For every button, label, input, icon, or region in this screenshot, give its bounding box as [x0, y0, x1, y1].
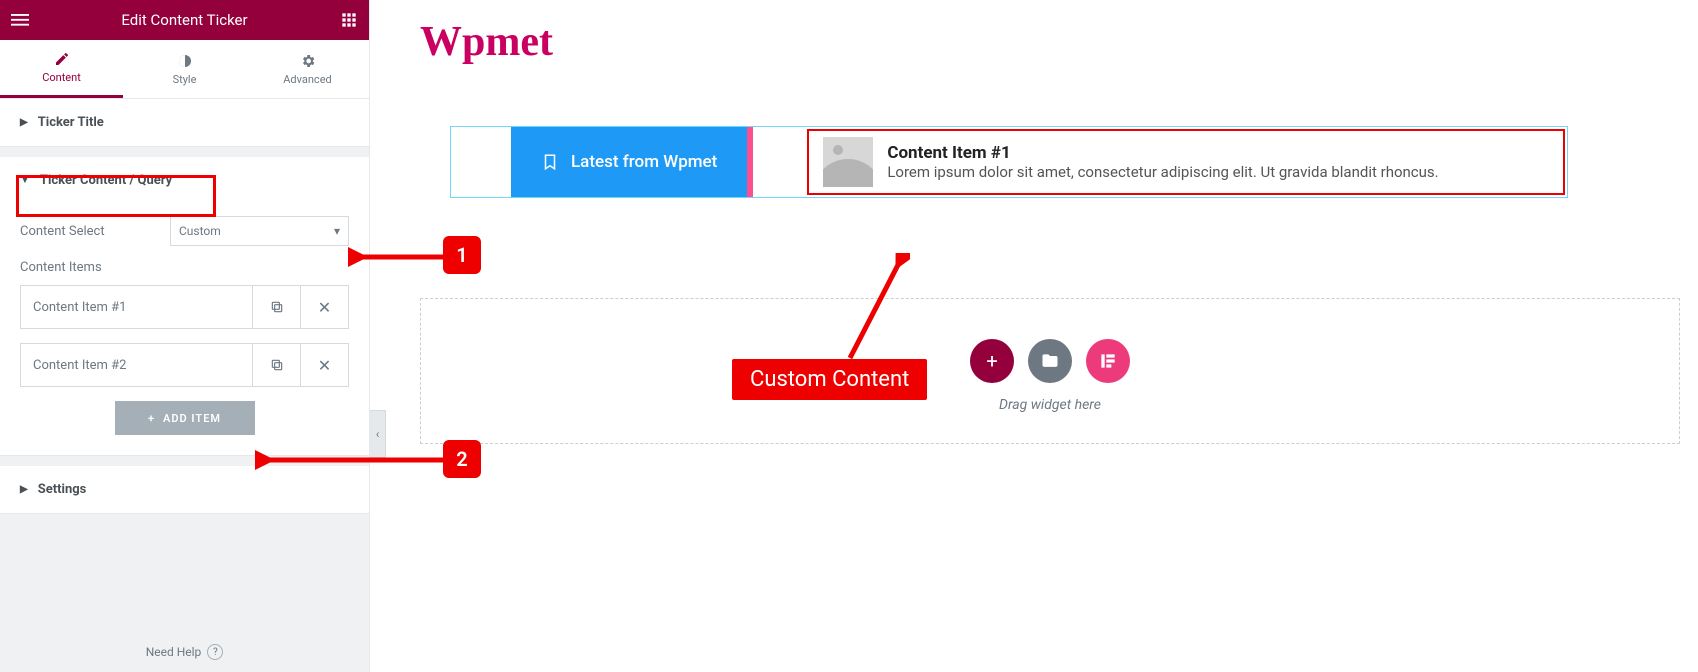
tab-style[interactable]: Style	[123, 40, 246, 98]
content-select-dropdown[interactable]: Custom ▾	[170, 216, 349, 246]
need-help-link[interactable]: Need Help ?	[0, 632, 369, 672]
panel-header: Edit Content Ticker	[0, 0, 369, 40]
ticker-item-title: Content Item #1	[887, 143, 1438, 163]
tab-style-label: Style	[173, 73, 197, 86]
widgets-grid-icon[interactable]	[329, 0, 369, 40]
ticker-label: Latest from Wpmet	[511, 127, 747, 197]
menu-icon[interactable]	[0, 0, 40, 40]
section-ticker-query-body: Content Select Custom ▾ Content Items Co…	[0, 204, 369, 455]
section-ticker-query: ▼ Ticker Content / Query Content Select …	[0, 157, 369, 456]
widget-drop-zone[interactable]: + Drag widget here	[420, 298, 1680, 444]
add-item-button[interactable]: + ADD ITEM	[115, 401, 255, 435]
ticker-label-text: Latest from Wpmet	[571, 152, 717, 172]
help-icon: ?	[207, 644, 223, 660]
content-ticker-widget[interactable]: Latest from Wpmet Content Item #1 Lorem …	[450, 126, 1568, 198]
collapse-panel-button[interactable]: ‹	[370, 410, 386, 458]
duplicate-item-button[interactable]	[252, 344, 300, 386]
caret-right-icon: ▶	[20, 117, 28, 128]
bookmark-icon	[541, 153, 559, 171]
remove-item-button[interactable]: ✕	[300, 286, 348, 328]
spacer	[0, 456, 369, 466]
image-placeholder-icon	[823, 137, 873, 187]
content-item-label[interactable]: Content Item #1	[21, 286, 252, 328]
content-item-row: Content Item #2 ✕	[20, 343, 349, 387]
chevron-down-icon: ▾	[334, 224, 340, 238]
section-settings-head[interactable]: ▶ Settings	[0, 466, 369, 513]
folder-icon	[1040, 351, 1060, 371]
tab-content[interactable]: Content	[0, 40, 123, 98]
spacer	[0, 147, 369, 157]
annotation-number-2: 2	[443, 440, 481, 478]
add-template-button[interactable]	[1028, 339, 1072, 383]
duplicate-item-button[interactable]	[252, 286, 300, 328]
section-ticker-title-head[interactable]: ▶ Ticker Title	[0, 99, 369, 146]
drop-zone-buttons: +	[970, 339, 1130, 383]
control-content-select: Content Select Custom ▾	[20, 216, 349, 246]
panel-tabs: Content Style Advanced	[0, 40, 369, 99]
panel-title: Edit Content Ticker	[121, 11, 247, 29]
ticker-content-item: Content Item #1 Lorem ipsum dolor sit am…	[807, 129, 1565, 195]
add-section-button[interactable]: +	[970, 339, 1014, 383]
plus-icon: +	[148, 412, 155, 425]
section-settings-label: Settings	[38, 482, 87, 497]
annotation-number-1: 1	[443, 236, 481, 274]
preview-area: Wpmet Latest from Wpmet Content Item #1 …	[390, 0, 1698, 672]
content-select-label: Content Select	[20, 224, 170, 239]
annotation-label-custom-content: Custom Content	[732, 359, 927, 400]
caret-down-icon: ▼	[20, 175, 30, 186]
elementskit-icon	[1098, 351, 1118, 371]
ticker-item-desc: Lorem ipsum dolor sit amet, consectetur …	[887, 163, 1438, 181]
section-ticker-title-label: Ticker Title	[38, 115, 104, 130]
tab-advanced-label: Advanced	[283, 73, 331, 86]
caret-right-icon: ▶	[20, 484, 28, 495]
content-items-label: Content Items	[20, 260, 349, 275]
ticker-left: Latest from Wpmet	[451, 127, 747, 197]
site-brand: Wpmet	[420, 18, 1698, 66]
add-item-label: ADD ITEM	[163, 412, 221, 425]
section-ticker-query-head[interactable]: ▼ Ticker Content / Query	[0, 157, 369, 204]
remove-item-button[interactable]: ✕	[300, 344, 348, 386]
elementskit-button[interactable]	[1086, 339, 1130, 383]
section-ticker-title: ▶ Ticker Title	[0, 99, 369, 147]
tab-content-label: Content	[42, 71, 81, 84]
content-item-label[interactable]: Content Item #2	[21, 344, 252, 386]
section-ticker-query-label: Ticker Content / Query	[40, 173, 172, 188]
content-item-row: Content Item #1 ✕	[20, 285, 349, 329]
content-select-value: Custom	[179, 224, 221, 238]
tab-advanced[interactable]: Advanced	[246, 40, 369, 98]
need-help-label: Need Help	[146, 645, 202, 659]
drop-zone-hint: Drag widget here	[999, 397, 1101, 413]
section-settings: ▶ Settings	[0, 466, 369, 514]
editor-panel: Edit Content Ticker Content Style Advanc…	[0, 0, 370, 672]
